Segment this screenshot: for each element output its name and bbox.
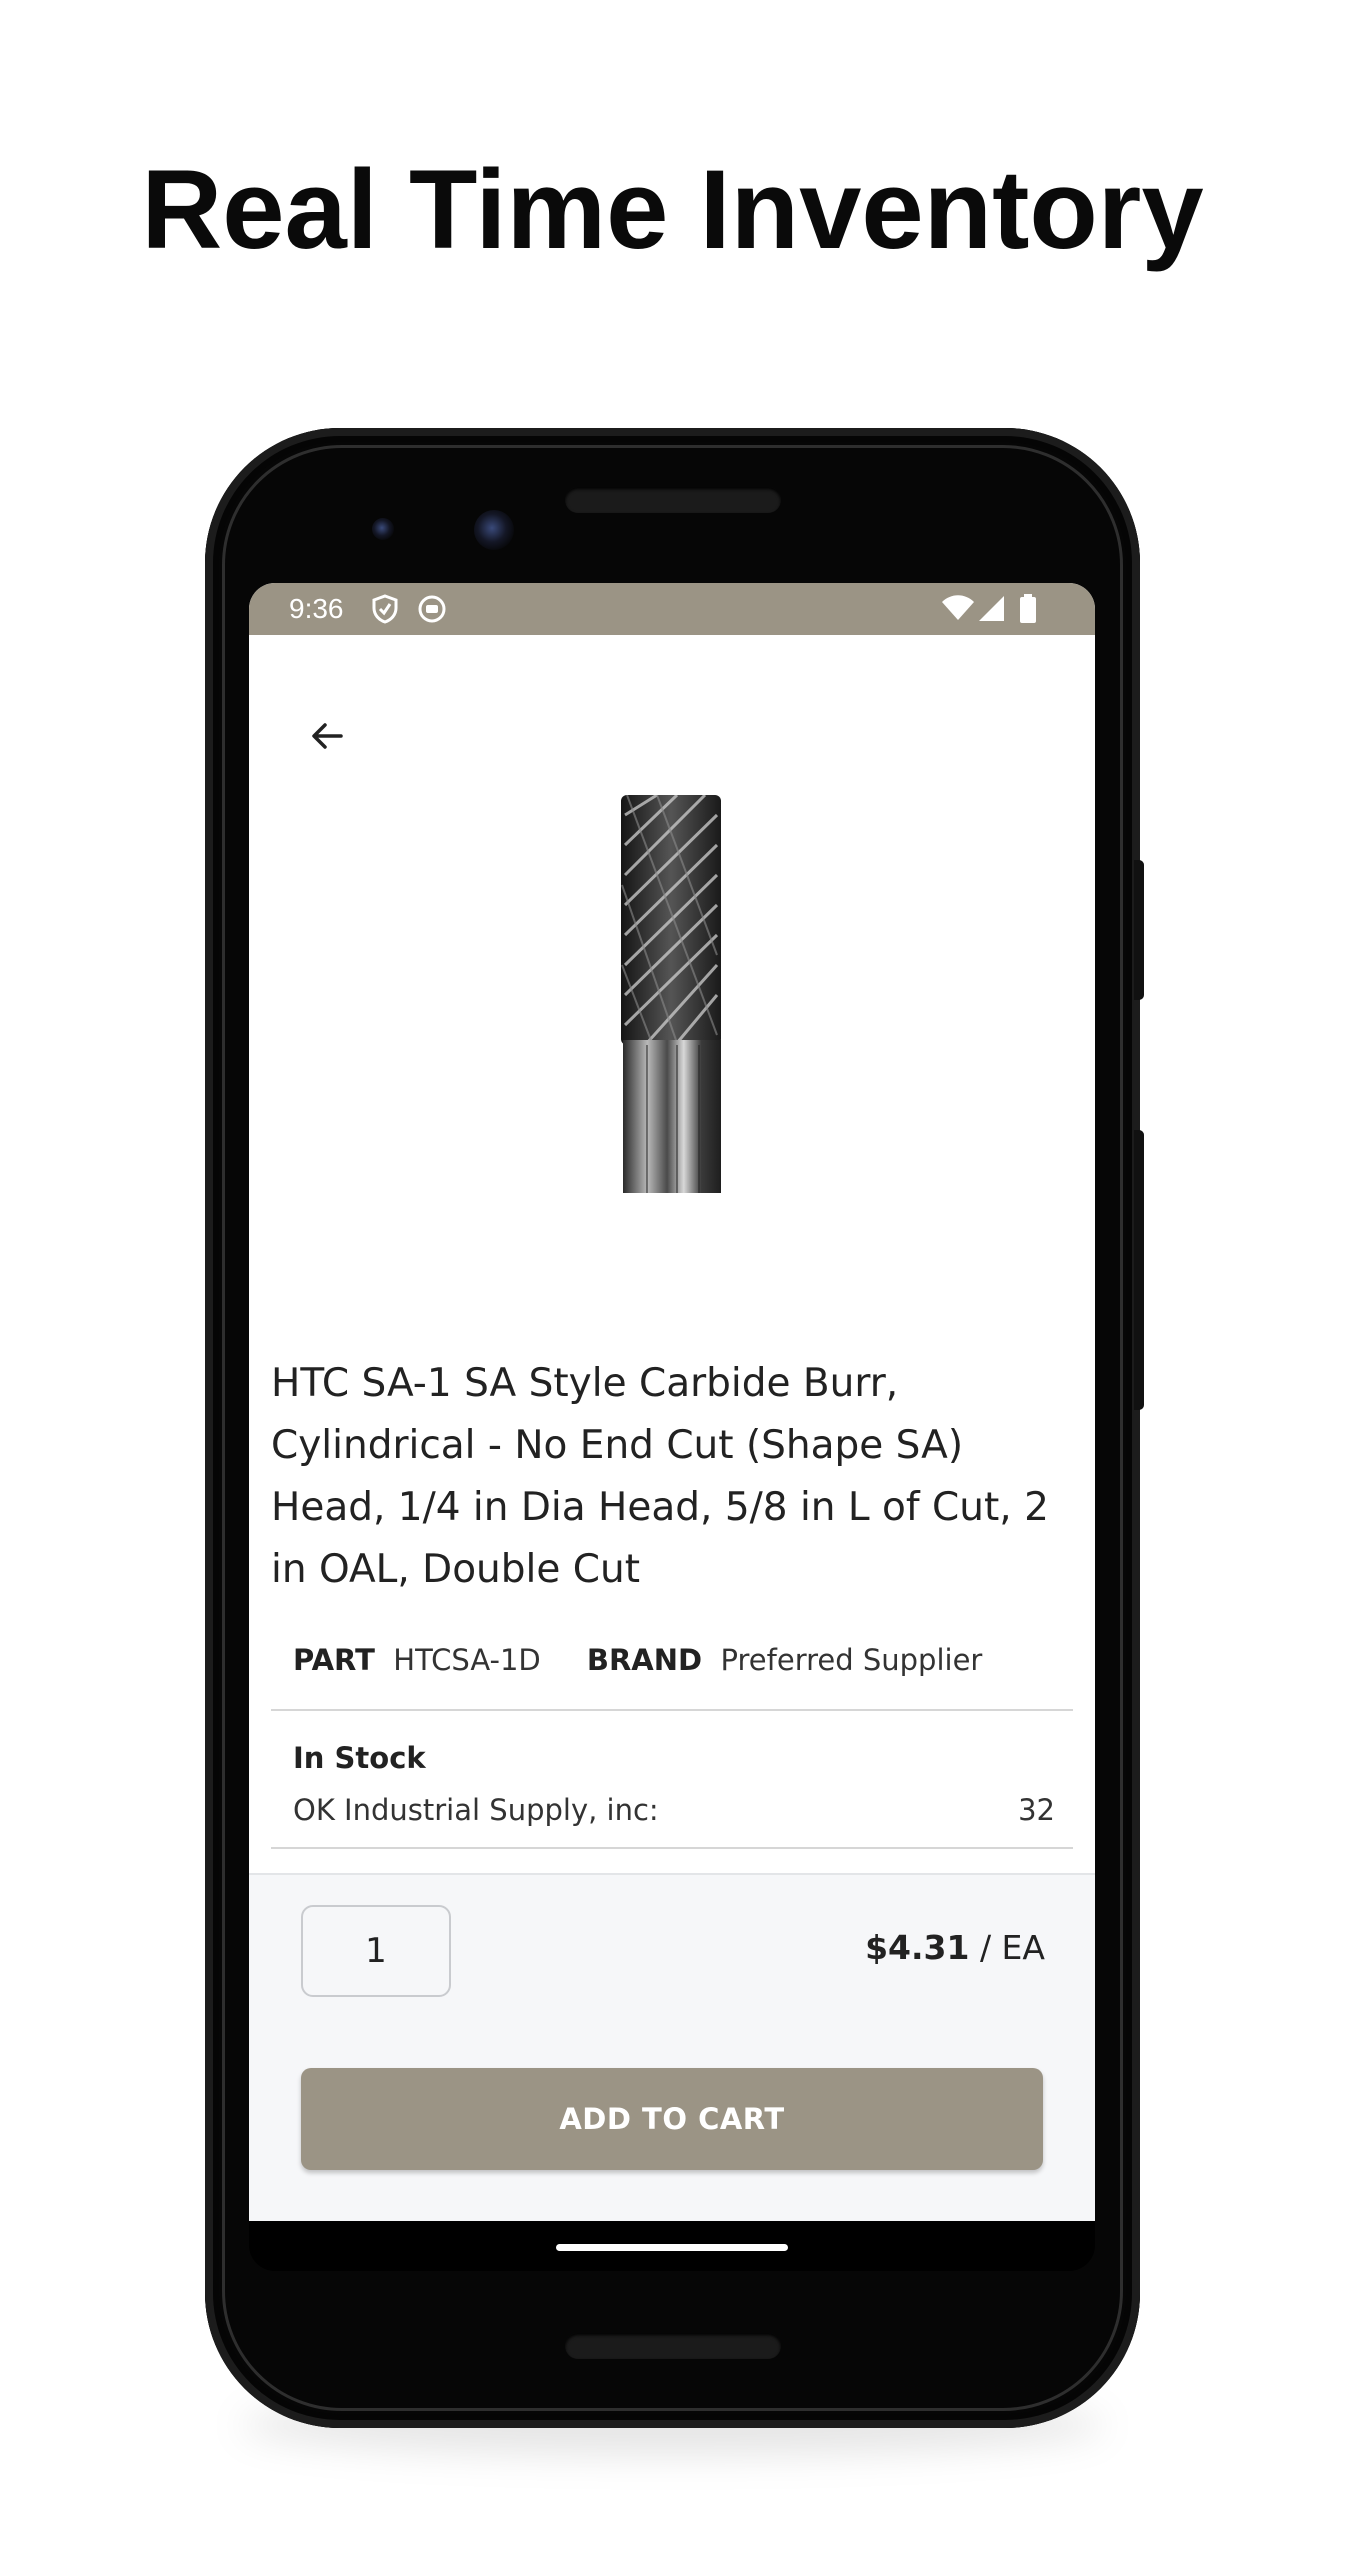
status-bar: 9:36 <box>249 583 1095 635</box>
divider <box>271 1709 1073 1711</box>
phone-screen: 9:36 HTC SA-1 SA Style Carbide Burr, Cyl… <box>249 583 1095 2221</box>
price-unit: / EA <box>979 1928 1045 1967</box>
price: $4.31 / EA <box>865 1928 1045 1967</box>
volume-button <box>1134 1130 1144 1410</box>
product-image-area <box>249 635 1095 1275</box>
status-time: 9:36 <box>289 593 344 624</box>
product-meta: PART HTCSA-1D BRAND Preferred Supplier <box>293 1643 982 1677</box>
cell-signal-icon <box>977 594 1005 629</box>
stock-status: In Stock <box>293 1741 426 1775</box>
earpiece-speaker <box>565 487 781 513</box>
product-image <box>617 793 725 1193</box>
price-value: $4.31 <box>865 1928 970 1967</box>
headline: Real Time Inventory <box>141 147 1204 272</box>
home-indicator[interactable] <box>556 2244 788 2251</box>
front-camera <box>474 510 514 550</box>
shield-icon <box>371 594 399 631</box>
circle-face-icon <box>417 594 447 631</box>
bottom-speaker <box>565 2333 781 2359</box>
brand-value: Preferred Supplier <box>720 1643 983 1677</box>
product-title: HTC SA-1 SA Style Carbide Burr, Cylindri… <box>271 1361 1049 1592</box>
proximity-sensor <box>372 518 394 540</box>
battery-icon <box>1019 594 1037 631</box>
stock-location: OK Industrial Supply, inc: <box>293 1793 659 1827</box>
part-label: PART <box>293 1643 375 1677</box>
quantity-input[interactable]: 1 <box>301 1905 451 1997</box>
power-button <box>1134 860 1144 1000</box>
back-button[interactable] <box>299 710 355 766</box>
brand-label: BRAND <box>586 1643 703 1677</box>
arrow-left-icon <box>307 716 347 761</box>
part-value: HTCSA-1D <box>393 1643 541 1677</box>
add-to-cart-button[interactable]: ADD TO CART <box>301 2068 1043 2170</box>
divider <box>271 1847 1073 1849</box>
wifi-icon <box>941 594 975 629</box>
stock-quantity: 32 <box>1018 1793 1055 1827</box>
